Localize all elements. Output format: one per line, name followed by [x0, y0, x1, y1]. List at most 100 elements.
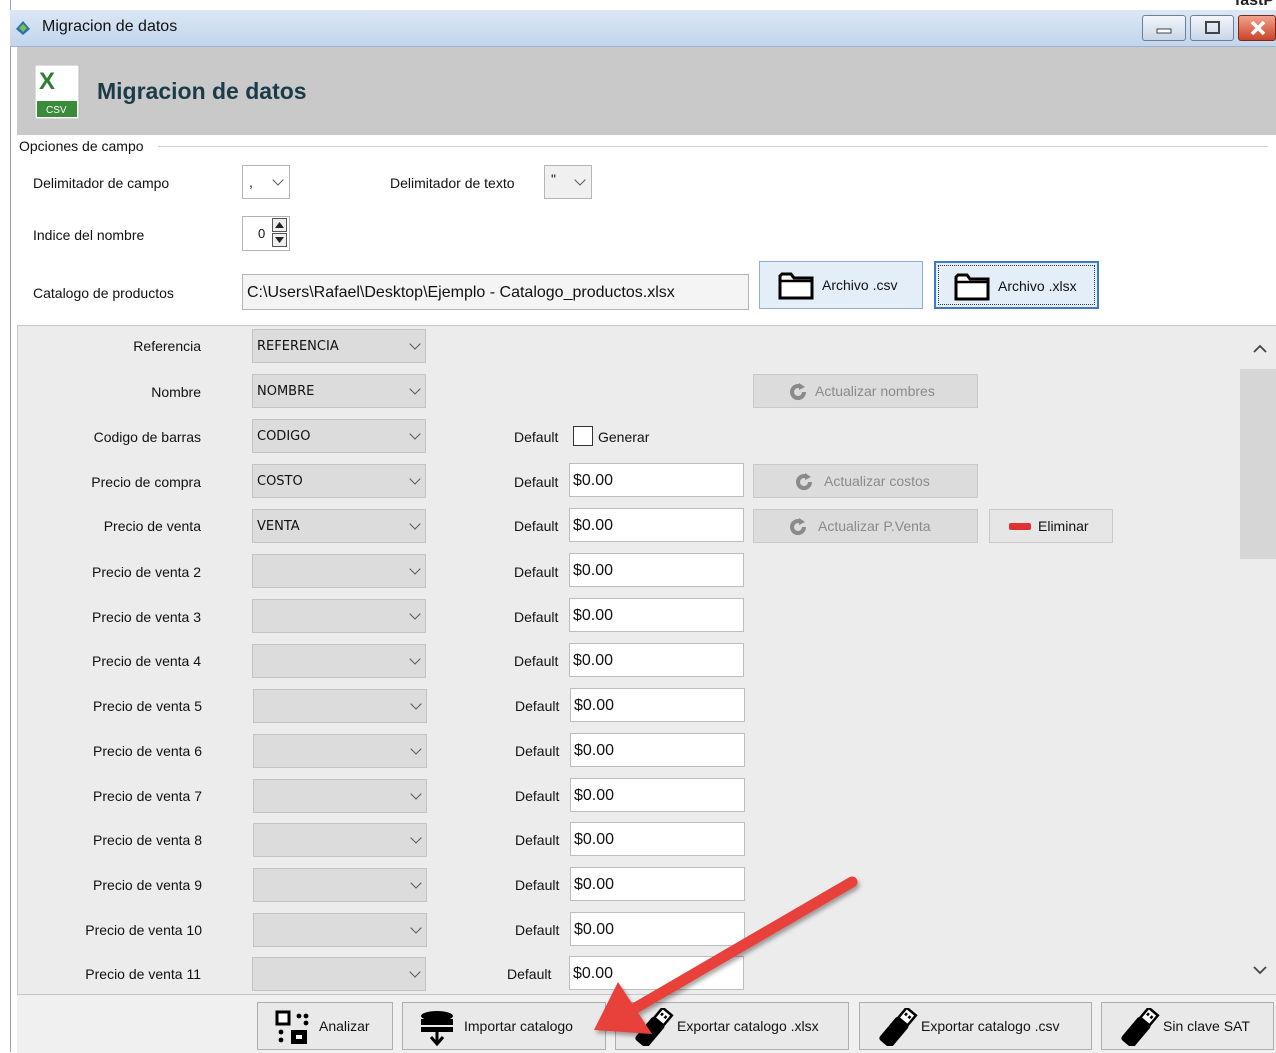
column-select-precio-compra[interactable]: COSTO	[252, 464, 426, 498]
chevron-down-icon	[272, 174, 284, 186]
default-label: Default	[514, 609, 559, 625]
update-costs-button[interactable]: Actualizar costos	[753, 464, 978, 498]
chevron-down-icon	[410, 743, 422, 755]
maximize-button[interactable]	[1190, 15, 1234, 41]
default-label: Default	[514, 653, 559, 669]
chevron-down-icon	[410, 922, 422, 934]
sin-clave-sat-button[interactable]: Sin clave SAT	[1101, 1002, 1274, 1050]
column-select-precio-venta-6[interactable]	[253, 734, 427, 768]
default-label: Default	[514, 564, 559, 580]
name-index-value: 0	[258, 226, 266, 241]
background-app-text: fastP	[1234, 0, 1274, 9]
scroll-down-icon[interactable]	[1252, 964, 1268, 976]
row-label-codigo: Codigo de barras	[93, 429, 201, 445]
export-xlsx-button[interactable]: Exportar catalogo .xlsx	[615, 1002, 849, 1050]
chevron-down-icon	[409, 653, 421, 665]
column-select-precio-venta-7[interactable]	[253, 779, 427, 813]
folder-icon	[954, 273, 990, 301]
row-label-precio-venta-7: Precio de venta 7	[93, 788, 202, 804]
name-index-label: Indice del nombre	[33, 227, 145, 243]
default-label: Default	[515, 877, 560, 893]
chevron-down-icon	[409, 563, 421, 575]
default-input-precio-venta-6[interactable]: $0.00	[570, 733, 745, 767]
column-select-precio-venta-8[interactable]	[253, 823, 427, 857]
arrow-up-icon	[275, 222, 284, 228]
row-label-precio-venta-10: Precio de venta 10	[85, 922, 202, 938]
scroll-up-icon[interactable]	[1252, 342, 1268, 354]
default-label: Default	[514, 518, 559, 534]
default-label: Default	[514, 474, 559, 490]
generate-checkbox[interactable]	[573, 426, 593, 446]
app-logo-icon	[16, 21, 30, 35]
row-label-precio-venta-5: Precio de venta 5	[93, 698, 202, 714]
scrollbar-thumb[interactable]	[1240, 369, 1276, 559]
default-label: Default	[515, 832, 560, 848]
arrow-down-icon	[275, 237, 284, 243]
default-input-precio-venta-10[interactable]: $0.00	[570, 912, 745, 946]
analyze-button[interactable]: Analizar	[257, 1002, 393, 1050]
field-delimiter-select[interactable]: ,	[242, 165, 290, 199]
default-input-precio-venta-2[interactable]: $0.00	[569, 553, 744, 587]
svg-text:X: X	[39, 68, 55, 95]
delete-button[interactable]: Eliminar	[989, 509, 1113, 543]
default-input-precio-venta-11[interactable]: $0.00	[569, 956, 744, 990]
column-select-precio-venta-5[interactable]	[253, 689, 427, 723]
default-input-precio-venta-7[interactable]: $0.00	[570, 778, 745, 812]
open-xlsx-button[interactable]: Archivo .xlsx	[934, 261, 1099, 309]
default-input-precio-venta[interactable]: $0.00	[569, 508, 744, 542]
spinner-down-button[interactable]	[272, 233, 287, 247]
column-select-precio-venta-4[interactable]	[252, 644, 426, 678]
chevron-down-icon	[409, 518, 421, 530]
chevron-down-icon	[409, 473, 421, 485]
default-input-precio-venta-5[interactable]: $0.00	[570, 688, 745, 722]
default-input-precio-venta-3[interactable]: $0.00	[569, 598, 744, 632]
minimize-button[interactable]	[1142, 15, 1186, 41]
column-select-precio-venta[interactable]: VENTA	[252, 509, 426, 543]
default-label: Default	[515, 743, 560, 759]
spinner-up-button[interactable]	[272, 218, 287, 232]
title-bar[interactable]	[10, 10, 1276, 47]
row-label-precio-compra: Precio de compra	[91, 474, 201, 490]
column-select-codigo[interactable]: CODIGO	[252, 419, 426, 453]
options-section-label: Opciones de campo	[19, 138, 144, 154]
chevron-down-icon	[410, 832, 422, 844]
column-select-precio-venta-9[interactable]	[253, 868, 427, 902]
chevron-down-icon	[410, 788, 422, 800]
catalog-label: Catalogo de productos	[33, 285, 174, 301]
close-button[interactable]	[1238, 15, 1276, 41]
column-select-precio-venta-11[interactable]	[252, 957, 426, 991]
column-select-referencia[interactable]: REFERENCIA	[252, 329, 426, 363]
maximize-icon	[1205, 21, 1220, 34]
close-icon	[1250, 20, 1266, 36]
update-price-button[interactable]: Actualizar P.Venta	[753, 509, 978, 543]
chevron-down-icon	[409, 383, 421, 395]
row-label-precio-venta-4: Precio de venta 4	[92, 653, 201, 669]
default-input-precio-venta-9[interactable]: $0.00	[570, 867, 745, 901]
text-delimiter-select[interactable]: "	[544, 165, 592, 199]
row-label-referencia: Referencia	[133, 338, 201, 354]
column-select-precio-venta-3[interactable]	[252, 599, 426, 633]
default-label: Default	[515, 922, 560, 938]
export-csv-button[interactable]: Exportar catalogo .csv	[859, 1002, 1092, 1050]
field-delimiter-label: Delimitador de campo	[33, 175, 170, 191]
window-edge	[0, 0, 11, 1052]
column-select-precio-venta-2[interactable]	[252, 554, 426, 588]
column-select-nombre[interactable]: NOMBRE	[252, 374, 426, 408]
chevron-down-icon	[409, 608, 421, 620]
row-label-precio-venta-3: Precio de venta 3	[92, 609, 201, 625]
column-select-precio-venta-10[interactable]	[253, 913, 427, 947]
update-names-button[interactable]: Actualizar nombres	[753, 374, 978, 408]
default-input-precio-venta-8[interactable]: $0.00	[570, 822, 745, 856]
refresh-icon	[790, 383, 807, 401]
import-catalog-button[interactable]: Importar catalogo	[402, 1002, 606, 1050]
default-label: Default	[514, 429, 559, 445]
open-csv-button[interactable]: Archivo .csv	[759, 261, 923, 309]
row-label-nombre: Nombre	[151, 384, 201, 400]
chevron-down-icon	[409, 966, 421, 978]
default-input-precio-venta-4[interactable]: $0.00	[569, 643, 744, 677]
chevron-down-icon	[410, 698, 422, 710]
row-label-precio-venta-9: Precio de venta 9	[93, 877, 202, 893]
default-input-precio-compra[interactable]: $0.00	[569, 463, 744, 497]
usb-drive-icon	[1121, 1008, 1160, 1046]
text-delimiter-label: Delimitador de texto	[390, 175, 515, 191]
